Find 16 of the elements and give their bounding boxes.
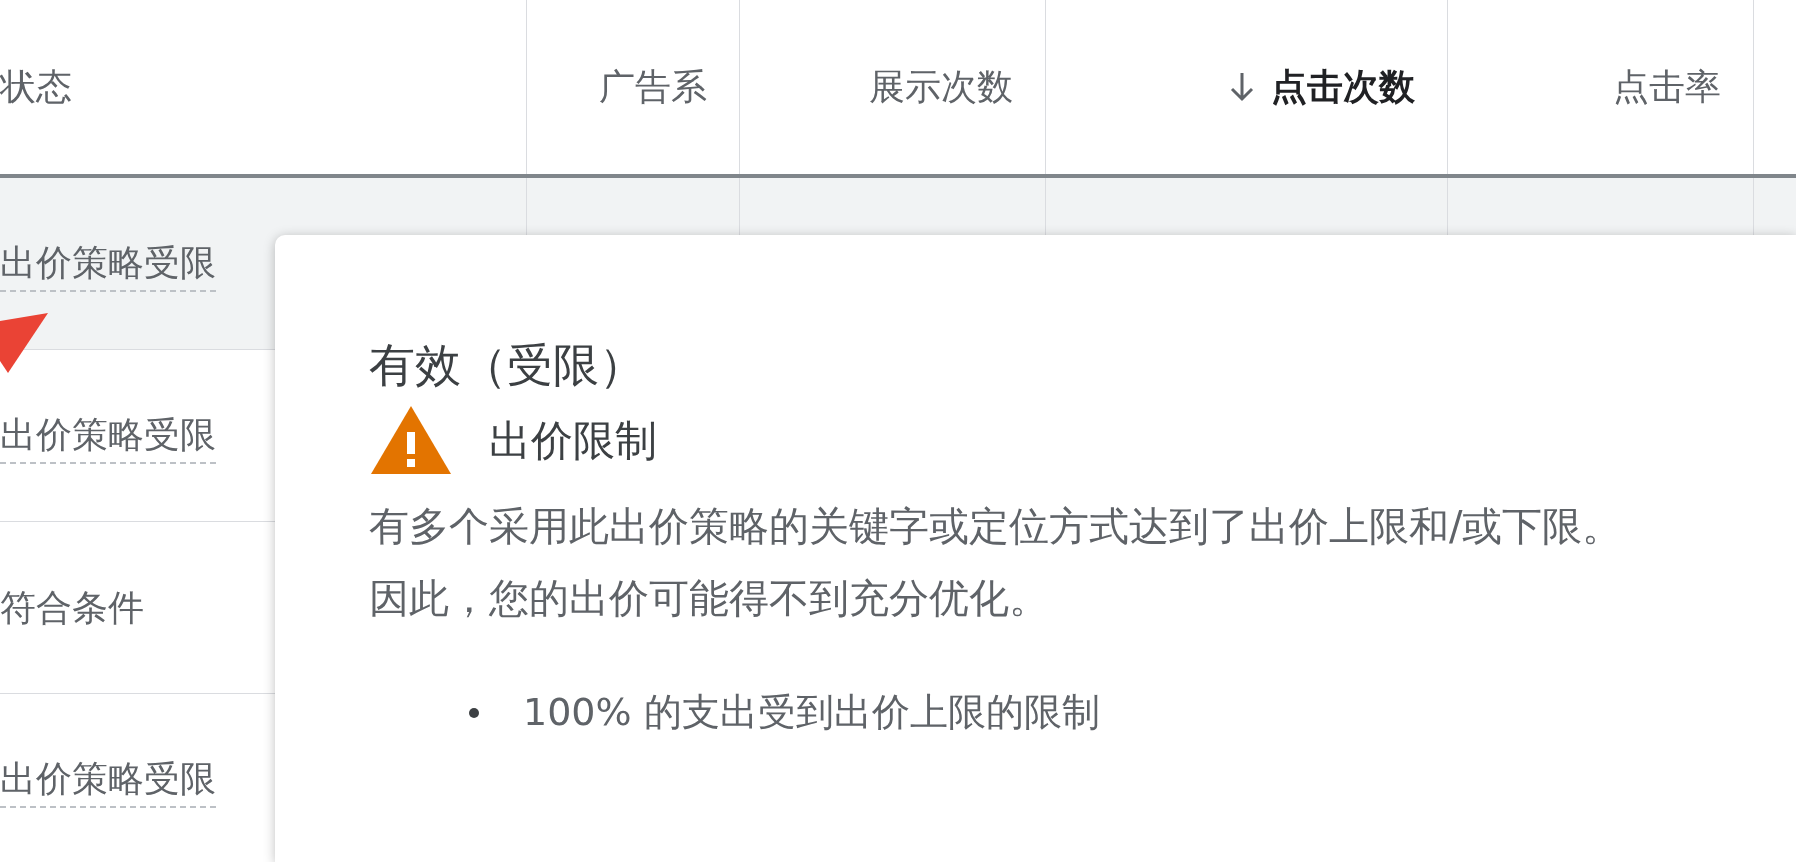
column-header[interactable]: 广告系: [599, 60, 707, 114]
status-text: 符合条件: [0, 585, 144, 630]
tooltip-title: 有效（受限）: [369, 337, 646, 394]
column-header[interactable]: 点击率: [1613, 60, 1721, 114]
status-text[interactable]: 出价策略受限: [0, 235, 216, 292]
bullet-text: 100% 的支出受到出价上限的限制: [523, 689, 1100, 736]
bullet-icon: [469, 707, 479, 718]
column-header[interactable]: 展示次数: [869, 60, 1013, 114]
column-header[interactable]: 点击次数: [1271, 60, 1415, 114]
status-text[interactable]: 出价策略受限: [0, 407, 216, 464]
annotation-arrow: [0, 313, 50, 375]
warning-label: 出价限制: [489, 414, 657, 467]
warning-icon: [369, 404, 453, 476]
sort-arrow-icon: [1229, 71, 1255, 103]
status-text[interactable]: 出价策略受限: [0, 751, 216, 808]
tooltip-description: 有多个采用此出价策略的关键字或定位方式达到了出价上限和/或下限。因此，您的出价可能得不到充分优化。: [369, 502, 1624, 623]
